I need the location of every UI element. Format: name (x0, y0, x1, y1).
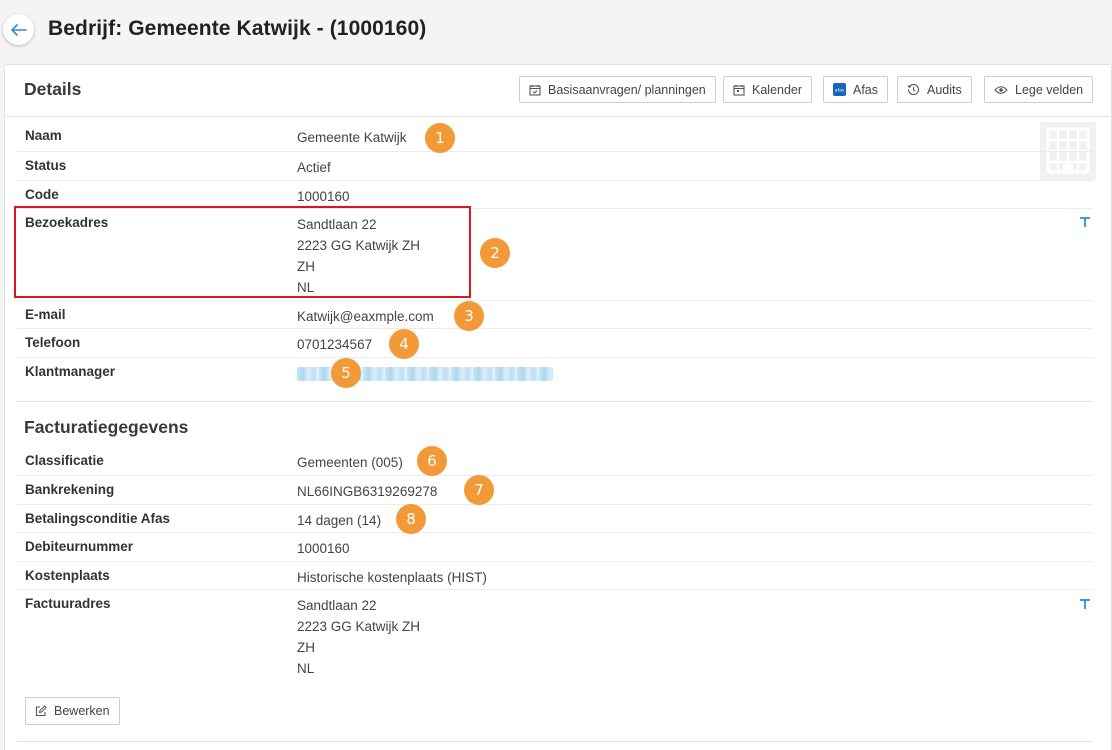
highlight-box (14, 206, 471, 298)
naam-value: Gemeente Katwijk (297, 130, 407, 145)
annotation-badge: 2 (480, 238, 510, 268)
row-telefoon: Telefoon 0701234567 (17, 329, 1093, 358)
kalender-button[interactable]: Kalender (723, 76, 813, 103)
address-line: 2223 GG Katwijk ZH (297, 619, 421, 634)
status-value: Actief (297, 160, 331, 175)
code-value: 1000160 (297, 189, 350, 204)
annotation-badge: 4 (389, 329, 419, 359)
row-email: E-mail Katwijk@eaxmple.com (17, 301, 1093, 329)
address-line: Sandtlaan 22 (297, 598, 377, 613)
bewerken-label: Bewerken (54, 704, 110, 718)
afas-label: Afas (853, 82, 879, 97)
audits-button[interactable]: Audits (897, 76, 972, 103)
arrow-left-icon (10, 23, 27, 36)
row-status: Status Actief (17, 152, 1093, 181)
annotation-badge: 6 (417, 446, 447, 476)
kostenplaats-label: Kostenplaats (25, 568, 110, 583)
row-factuuradres: Factuuradres Sandtlaan 22 2223 GG Katwij… (17, 590, 1093, 682)
classificatie-value: Gemeenten (005) (297, 455, 403, 470)
telefoon-value[interactable]: 0701234567 (297, 334, 372, 355)
afas-logo-icon: afas (833, 83, 846, 96)
lege-velden-label: Lege velden (1015, 82, 1084, 97)
factuuradres-value: Sandtlaan 22 2223 GG Katwijk ZH ZH NL (297, 595, 420, 679)
betalingsconditie-label: Betalingsconditie Afas (25, 511, 171, 526)
annotation-badge: 8 (396, 504, 426, 534)
row-kostenplaats: Kostenplaats Historische kostenplaats (H… (17, 562, 1093, 590)
row-bankrekening: Bankrekening NL66INGB6319269278 (17, 476, 1093, 505)
lege-velden-button[interactable]: Lege velden (984, 76, 1094, 103)
classificatie-label: Classificatie (25, 453, 104, 468)
afas-button[interactable]: afas Afas (823, 76, 889, 103)
details-card: Details Basisaanvragen/ planningen Kalen… (4, 64, 1112, 750)
calendar-check-icon (529, 84, 541, 96)
address-line: NL (297, 661, 315, 676)
facturatie-heading: Facturatiegegevens (24, 417, 189, 437)
annotation-badge: 3 (454, 301, 484, 331)
top-bar: Bedrijf: Gemeente Katwijk - (1000160) (0, 0, 1112, 62)
row-code: Code 1000160 (17, 181, 1093, 209)
calendar-icon (733, 84, 745, 96)
kostenplaats-value: Historische kostenplaats (HIST) (297, 570, 487, 585)
row-klantmanager: Klantmanager (17, 358, 1093, 388)
annotation-badge: 5 (331, 358, 361, 388)
kalender-label: Kalender (752, 82, 803, 97)
factuuradres-label: Factuuradres (25, 596, 111, 611)
bottom-divider (17, 741, 1093, 742)
bankrekening-value: NL66INGB6319269278 (297, 484, 438, 499)
edit-icon (35, 705, 47, 717)
eye-icon (994, 85, 1008, 94)
bankrekening-label: Bankrekening (25, 482, 115, 497)
debiteurnummer-label: Debiteurnummer (25, 539, 134, 554)
section-divider (17, 401, 1093, 402)
map-pin-icon[interactable] (1079, 216, 1091, 228)
row-betalingsconditie: Betalingsconditie Afas 14 dagen (14) (17, 505, 1093, 533)
row-debiteurnummer: Debiteurnummer 1000160 (17, 533, 1093, 562)
back-button[interactable] (3, 14, 34, 45)
basisaanvragen-button[interactable]: Basisaanvragen/ planningen (519, 76, 716, 103)
basisaanvragen-label: Basisaanvragen/ planningen (548, 82, 706, 97)
bewerken-button[interactable]: Bewerken (25, 697, 120, 725)
telefoon-label: Telefoon (25, 335, 81, 350)
email-value[interactable]: Katwijk@eaxmple.com (297, 306, 434, 327)
betalingsconditie-value: 14 dagen (14) (297, 513, 382, 528)
annotation-badge: 1 (425, 123, 455, 153)
status-label: Status (25, 158, 67, 173)
naam-label: Naam (25, 128, 62, 143)
page-title: Bedrijf: Gemeente Katwijk - (1000160) (48, 17, 427, 40)
history-icon (907, 84, 920, 96)
row-classificatie: Classificatie Gemeenten (005) (17, 447, 1093, 476)
header-divider (5, 116, 1112, 117)
email-label: E-mail (25, 307, 66, 322)
annotation-badge: 7 (464, 475, 494, 505)
debiteurnummer-value: 1000160 (297, 541, 350, 556)
audits-label: Audits (927, 82, 962, 97)
code-label: Code (25, 187, 59, 202)
map-pin-icon[interactable] (1079, 598, 1091, 610)
afas-logo-text: afas (835, 88, 845, 94)
details-heading: Details (24, 79, 82, 99)
row-naam: Naam Gemeente Katwijk (17, 122, 1093, 152)
address-line: ZH (297, 640, 315, 655)
klantmanager-label: Klantmanager (25, 364, 116, 379)
